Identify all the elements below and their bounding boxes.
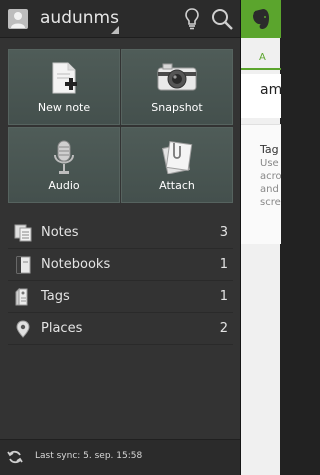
account-dropdown-caret-icon[interactable] [111, 26, 119, 34]
user-avatar[interactable] [8, 9, 28, 29]
tip-line: acro [260, 171, 282, 182]
nav-item-tags[interactable]: Tags 1 [8, 281, 233, 313]
notes-icon [14, 224, 32, 242]
drawer-header: audunms [0, 0, 240, 38]
nav-item-notebooks[interactable]: Notebooks 1 [8, 249, 233, 281]
content-header [241, 0, 281, 38]
quick-action-tiles: New note Snapshot Audio Attach [8, 49, 233, 203]
tile-new-note[interactable]: New note [8, 49, 120, 125]
nav-item-places[interactable]: Places 2 [8, 313, 233, 345]
nav-count: 3 [219, 225, 228, 240]
nav-item-notes[interactable]: Notes 3 [8, 217, 233, 249]
tip-line: Use [260, 158, 279, 169]
tip-title: Tag [260, 143, 279, 156]
microphone-icon [54, 140, 74, 174]
tile-attach[interactable]: Attach [121, 127, 233, 203]
tile-snapshot[interactable]: Snapshot [121, 49, 233, 125]
nav-count: 1 [219, 257, 228, 272]
nav-label: Places [41, 321, 83, 336]
content-tab[interactable]: A [241, 48, 281, 70]
sync-icon[interactable] [7, 449, 23, 465]
nav-count: 1 [219, 289, 228, 304]
account-name[interactable]: audunms [40, 7, 119, 29]
tag-icon [15, 288, 28, 306]
tile-label: New note [37, 101, 91, 114]
last-sync-label: Last sync: 5. sep. 15:58 [35, 451, 143, 461]
nav-label: Notebooks [41, 257, 111, 272]
tile-audio[interactable]: Audio [8, 127, 120, 203]
tip-panel: Tag Use acro and scre [241, 124, 282, 244]
navigation-drawer: audunms New note Snapshot Audio Attach N… [0, 0, 240, 475]
place-pin-icon [16, 320, 30, 338]
paperclip-icon [161, 141, 193, 174]
lightbulb-icon[interactable] [184, 7, 200, 31]
tile-label: Audio [48, 179, 80, 192]
tip-line: and [260, 184, 279, 195]
tile-label: Snapshot [151, 101, 203, 114]
new-note-icon [52, 62, 77, 94]
notebook-icon [16, 256, 31, 274]
main-content-peek: A am Tag Use acro and scre [240, 0, 283, 475]
note-card-text: am [260, 82, 283, 98]
sync-footer: Last sync: 5. sep. 15:58 [0, 439, 240, 475]
tip-line: scre [260, 197, 281, 208]
search-icon[interactable] [210, 7, 234, 31]
user-icon [11, 12, 25, 28]
evernote-logo-icon[interactable] [249, 7, 273, 31]
note-card[interactable]: am [241, 74, 283, 118]
camera-icon [157, 63, 197, 91]
nav-label: Tags [41, 289, 70, 304]
nav-label: Notes [41, 225, 79, 240]
tile-label: Attach [159, 179, 195, 192]
nav-count: 2 [219, 321, 228, 336]
nav-list: Notes 3 Notebooks 1 Tags 1 Places 2 [8, 217, 233, 345]
